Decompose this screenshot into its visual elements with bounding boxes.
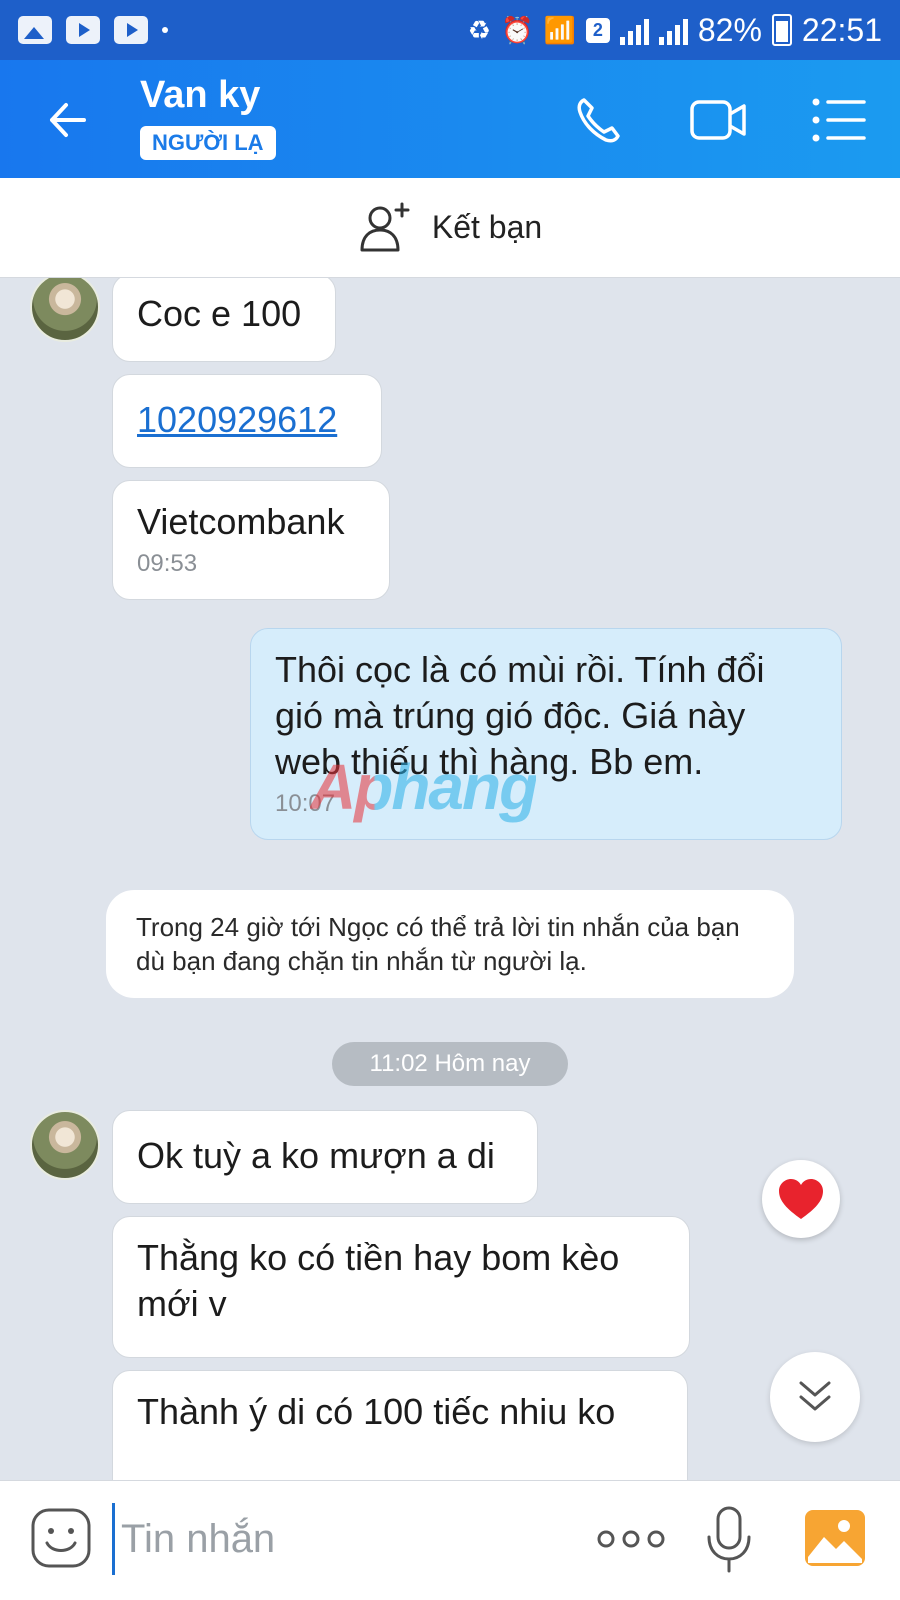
account-number-link[interactable]: 1020929612 [137, 399, 337, 440]
contact-name[interactable]: Van ky [140, 74, 260, 117]
message-time: 09:53 [137, 550, 198, 577]
signal-icon [619, 15, 649, 45]
emoji-icon[interactable] [30, 1507, 92, 1569]
add-friend-label: Kết bạn [431, 209, 543, 245]
gallery-notification-icon [18, 16, 52, 44]
add-friend-button[interactable]: Kết bạn [0, 178, 900, 278]
message-text: Thằng ko có tiền hay bom kèo mới v [137, 1237, 620, 1324]
more-notifications-dot [162, 27, 168, 33]
stranger-badge: NGƯỜI LẠ [140, 126, 276, 160]
youtube-notification-icon [66, 16, 100, 44]
message-text: Thành ý di có 100 tiếc nhiu ko [137, 1391, 616, 1432]
heart-icon [779, 1179, 823, 1219]
alarm-icon: ⏰ [501, 14, 534, 45]
reaction-button[interactable] [762, 1160, 840, 1238]
signal-icon-2 [658, 15, 688, 45]
message-bubble[interactable]: Thành ý di có 100 tiếc nhiu ko [112, 1370, 688, 1480]
wifi-icon: 📶 [543, 14, 576, 45]
battery-icon [771, 14, 792, 46]
message-list[interactable]: Coc e 100 1020929612 Vietcombank 09:53 T… [0, 278, 900, 1480]
message-bubble[interactable]: 1020929612 [112, 374, 382, 468]
scroll-to-bottom-button[interactable] [770, 1352, 860, 1442]
chat-header: Van ky NGƯỜI LẠ [0, 60, 900, 178]
phone-icon[interactable] [572, 92, 632, 148]
double-chevron-down-icon [799, 1381, 831, 1411]
message-input[interactable] [112, 1503, 552, 1575]
composer-bar [0, 1480, 900, 1600]
avatar[interactable] [30, 1110, 100, 1180]
clock: 22:51 [801, 11, 882, 48]
message-bubble[interactable]: Coc e 100 [112, 278, 336, 362]
message-text: Ok tuỳ a ko mượn a di [137, 1135, 495, 1176]
message-text: Coc e 100 [137, 293, 302, 334]
message-bubble[interactable]: Thằng ko có tiền hay bom kèo mới v [112, 1216, 690, 1358]
status-bar: ♻ ⏰ 📶 2 82% 22:51 [0, 0, 900, 60]
message-bubble[interactable]: Ok tuỳ a ko mượn a di [112, 1110, 538, 1204]
menu-icon[interactable] [810, 92, 870, 148]
watermark-logo: Aphang [310, 751, 538, 823]
date-separator: 11:02 Hôm nay [332, 1042, 568, 1086]
mic-icon[interactable] [704, 1505, 754, 1575]
back-arrow-icon[interactable] [44, 96, 92, 144]
youtube-notification-icon-2 [114, 16, 148, 44]
system-note: Trong 24 giờ tới Ngọc có thể trả lời tin… [106, 890, 794, 998]
photo-icon[interactable] [804, 1509, 866, 1567]
video-icon[interactable] [688, 92, 748, 148]
battery-percent: 82% [697, 11, 762, 48]
sim-badge: 2 [585, 17, 610, 43]
more-dots-icon[interactable] [596, 1521, 666, 1557]
recycle-icon: ♻ [467, 14, 492, 45]
add-user-icon [360, 202, 410, 251]
message-text: Vietcombank [137, 501, 345, 542]
message-bubble[interactable]: Vietcombank 09:53 [112, 480, 390, 600]
avatar[interactable] [30, 278, 100, 342]
